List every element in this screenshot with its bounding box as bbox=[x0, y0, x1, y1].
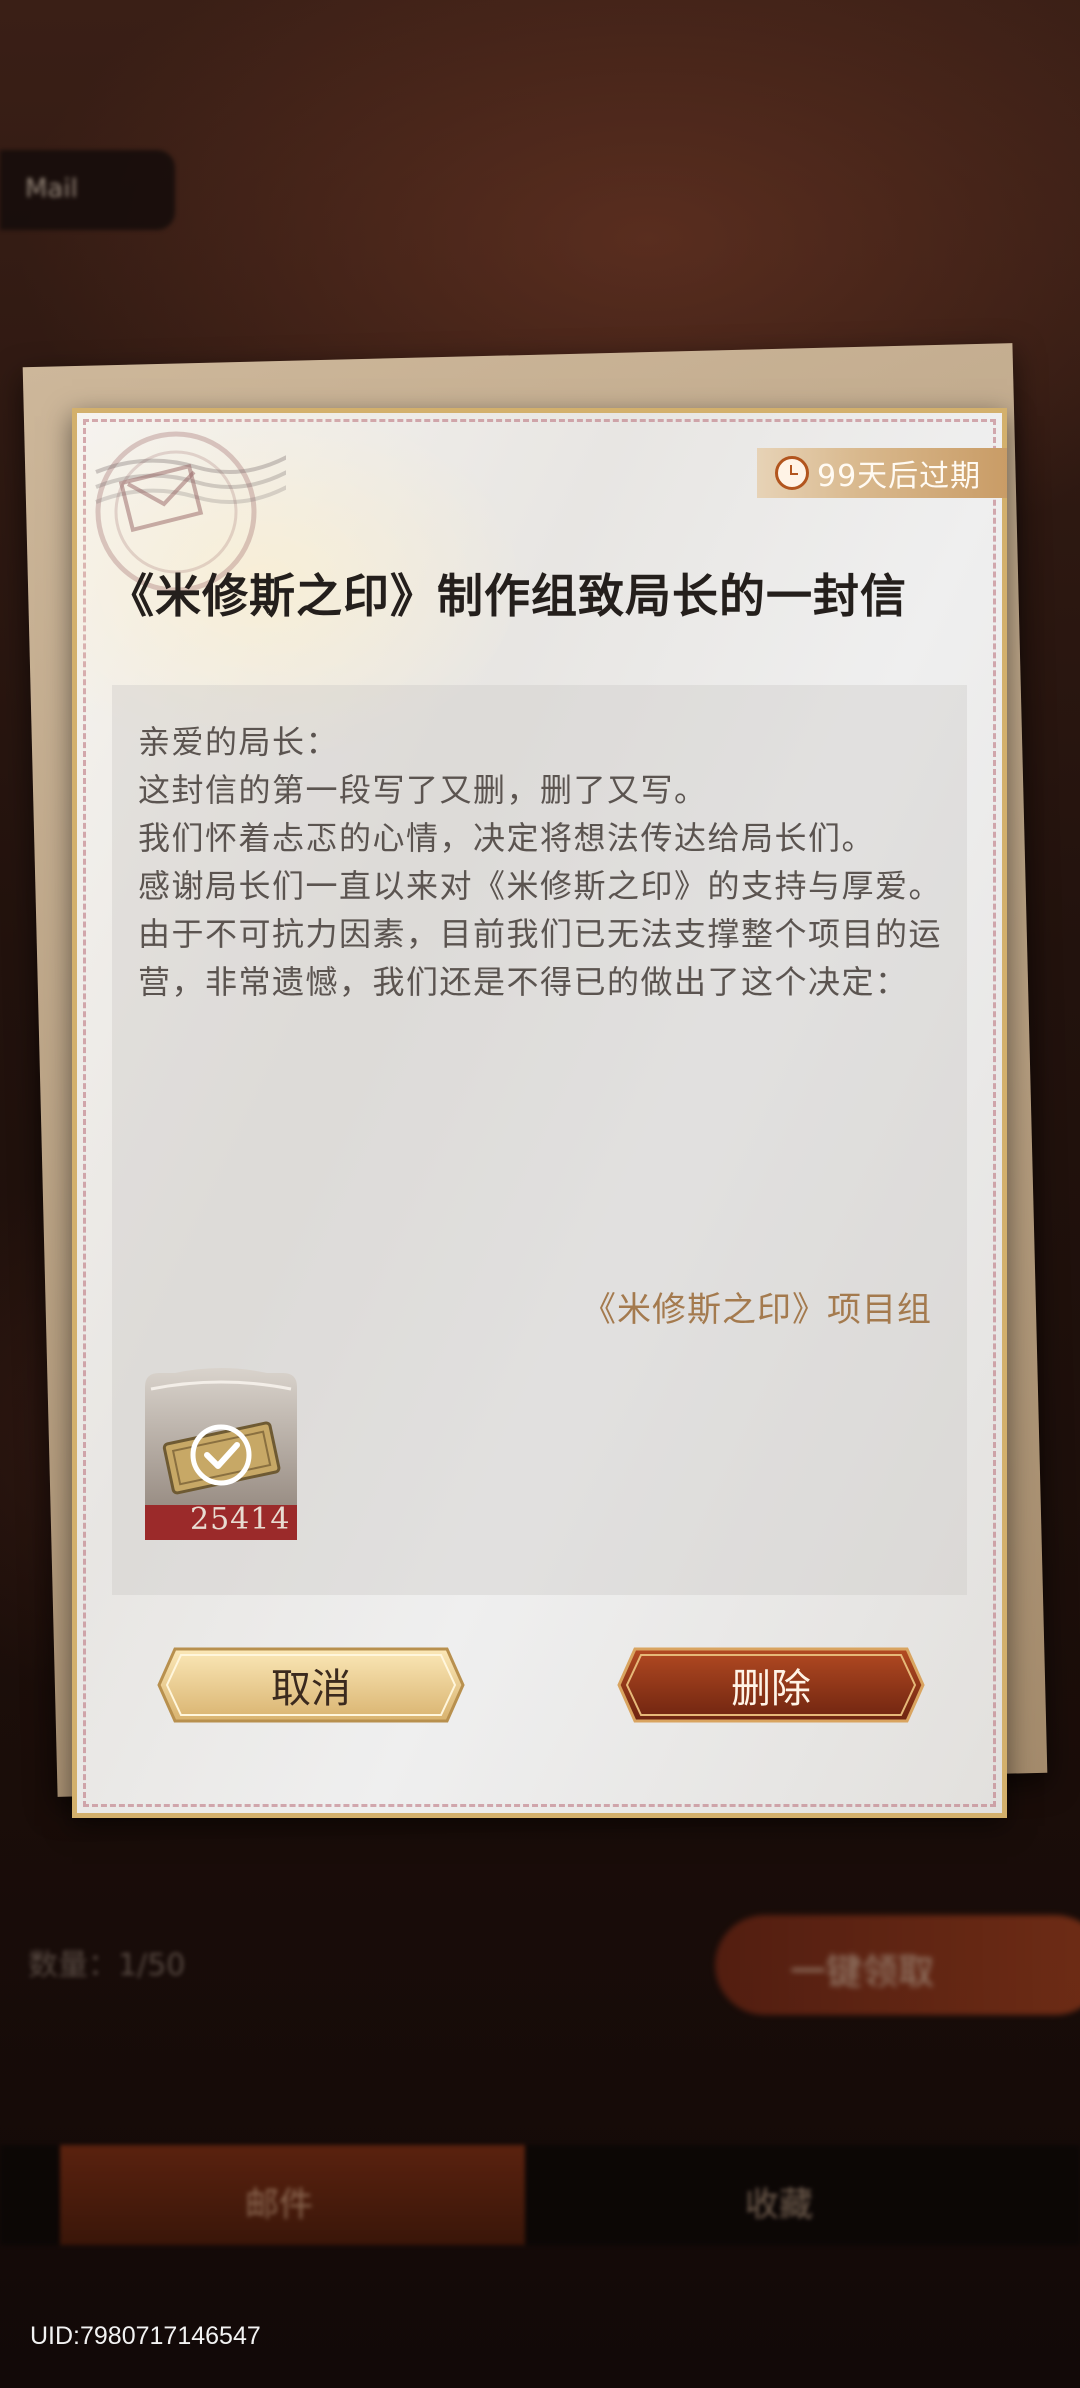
letter-body: 亲爱的局长： 这封信的第一段写了又删，删了又写。 我们怀着忐忑的心情，决定将想法… bbox=[138, 718, 948, 1006]
letter-paragraph: 这封信的第一段写了又删，删了又写。 bbox=[138, 771, 708, 809]
clock-icon bbox=[775, 456, 809, 490]
cancel-button[interactable]: 取消 bbox=[155, 1645, 467, 1725]
attachment-count: 25414 bbox=[190, 1502, 291, 1537]
user-id-label: UID:7980717146547 bbox=[30, 2322, 261, 2350]
background-mail-count: 数量：1/50 bbox=[28, 1948, 186, 1983]
expiry-badge: 99天后过期 bbox=[757, 448, 1007, 498]
letter-paragraph: 由于不可抗力因素，目前我们已无法支撑整个项目的运营，非常遗憾，我们还是不得已的做… bbox=[138, 915, 943, 1001]
letter-title: 《米修斯之印》制作组致局长的一封信 bbox=[108, 569, 907, 623]
background-tab-bar: 邮件 收藏 bbox=[0, 2145, 1080, 2245]
letter-signature: 《米修斯之印》项目组 bbox=[582, 1290, 932, 1330]
letter-greeting: 亲爱的局长： bbox=[138, 723, 340, 761]
letter-paragraph: 我们怀着忐忑的心情，决定将想法传达给局长们。 bbox=[138, 819, 876, 857]
background-tab-favorites: 收藏 bbox=[745, 2185, 813, 2225]
delete-button[interactable]: 删除 bbox=[615, 1645, 927, 1725]
background-mail-tab: Mail bbox=[0, 150, 175, 230]
letter-paragraph: 感谢局长们一直以来对《米修斯之印》的支持与厚爱。 bbox=[138, 867, 943, 905]
background-claim-all-button: 一键领取 bbox=[715, 1915, 1080, 2015]
background-tab-mail: 邮件 bbox=[245, 2185, 313, 2225]
